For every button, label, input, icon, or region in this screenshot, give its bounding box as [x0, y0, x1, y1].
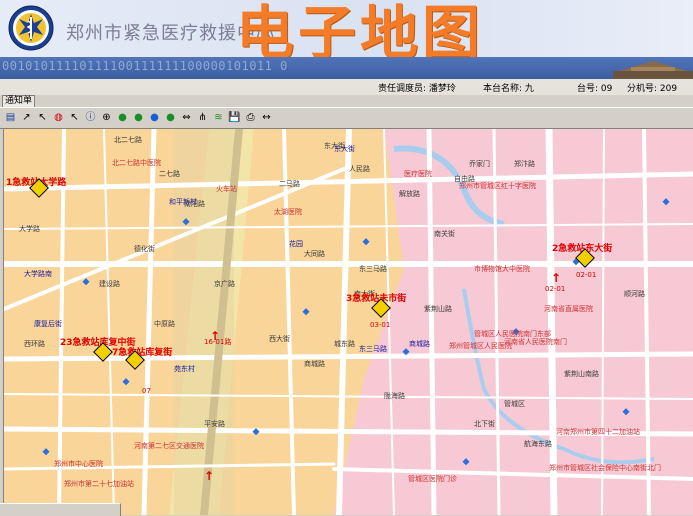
road-label: 顺河路	[624, 290, 645, 298]
poi-label[interactable]: 郑州市第二十七加油站	[64, 479, 134, 489]
layer-icon[interactable]: ≋	[212, 111, 225, 124]
road-label: 二马路	[279, 180, 300, 188]
road-label: 城东路	[334, 340, 355, 348]
map-label: 和平新村	[169, 198, 197, 206]
road-label: 西环路	[24, 340, 45, 348]
road-label: 建设路	[99, 280, 120, 288]
poi-label[interactable]: 管城区医院门诊	[408, 474, 457, 484]
globe-2-icon[interactable]: ●	[132, 111, 145, 124]
road-label: 京广路	[214, 280, 235, 288]
medical-star-of-life-logo	[8, 5, 54, 51]
dispatcher-label: 责任调度员: 潘梦玲	[378, 84, 456, 94]
new-doc-icon[interactable]: ▤	[4, 111, 17, 124]
road-label: 郑汴路	[514, 160, 535, 168]
station-label[interactable]: 7急救站库复街	[112, 345, 172, 358]
road-label: 航海东路	[524, 440, 552, 448]
road-label: 管城区	[504, 400, 525, 408]
station-code: 02-01	[576, 271, 597, 279]
map-label: 苑东村	[174, 365, 195, 373]
poi-label[interactable]: 医疗医院	[404, 169, 432, 179]
save-icon[interactable]: 💾	[228, 111, 241, 124]
unit-label: 07	[142, 387, 151, 395]
route-icon[interactable]: ⋔	[196, 111, 209, 124]
map-label: 大学路南	[24, 270, 52, 278]
globe-1-icon[interactable]: ●	[116, 111, 129, 124]
poi-label[interactable]: 市博物馆大中医院	[474, 264, 530, 274]
cursor-pointer-icon[interactable]: ↖	[68, 111, 81, 124]
road-label: 东三马路	[359, 265, 387, 273]
road-label: 大同路	[304, 250, 325, 258]
tab-bar: 通知单	[0, 95, 693, 108]
poi-label[interactable]: 河南省直属医院	[544, 304, 593, 314]
map-title: 电子地图	[236, 0, 485, 57]
map-label: 康复后街	[34, 320, 62, 328]
road-label: 北下街	[474, 420, 495, 428]
desk-no-label: 台号: 09	[577, 84, 613, 94]
poi-label[interactable]: 郑州市中心医院	[54, 459, 103, 469]
direction-arrow-icon: ↑	[204, 469, 215, 483]
zoom-icon[interactable]: ⊕	[100, 111, 113, 124]
status-box	[0, 503, 121, 516]
road-label: 紫荆山路	[424, 305, 452, 313]
road-label: 德化街	[134, 245, 155, 253]
road-label: 南关街	[434, 230, 455, 238]
map-view[interactable]: 北二七路 二七路 东大街 人民路 解放路 自由路 乔家门 德化街 二马路 东三马路 西大街 商城路 城东…	[3, 129, 693, 515]
binary-strip: 00101011110111100111111100000101011 0	[0, 57, 693, 79]
poi-label[interactable]: 太湖医院	[274, 207, 302, 217]
ext-no-label: 分机号: 209	[627, 84, 678, 94]
road-label: 二七路	[159, 170, 180, 178]
poi-label[interactable]: 河南第二七区交通医院	[134, 441, 204, 451]
station-code: 03-01	[370, 321, 391, 329]
road-label: 解放路	[399, 190, 420, 198]
tab-notice[interactable]: 通知单	[2, 95, 36, 107]
map-label: 东大街	[334, 145, 355, 153]
road-label: 平安路	[204, 420, 225, 428]
road-label: 西大街	[269, 335, 290, 343]
unit-label: 02-01	[545, 285, 566, 293]
poi-label[interactable]: 郑州市管城区社会保险中心南街北门	[549, 463, 661, 473]
fit-icon[interactable]: ⇔	[180, 111, 193, 124]
circle-icon[interactable]: ◍	[52, 111, 65, 124]
measure-icon[interactable]: ↔	[260, 111, 273, 124]
road-label: 大学路	[19, 225, 40, 233]
station-name-label: 本台名称: 九	[483, 84, 534, 94]
poi-label[interactable]: 河南郑州市第四十二加油站	[556, 427, 640, 437]
poi-label[interactable]: 北二七路中医院	[112, 158, 161, 168]
road-label: 陇海路	[384, 392, 405, 400]
road-label: 紫荆山南路	[564, 370, 599, 378]
map-label: 商城路	[409, 340, 430, 348]
poi-label[interactable]: 郑州管城区人民医院	[449, 341, 512, 351]
binary-text: 00101011110111100111111100000101011 0	[2, 59, 288, 73]
direction-arrow-icon: ↑	[551, 271, 562, 285]
map-label: 东三马路	[359, 345, 387, 353]
road-label: 商城路	[304, 360, 325, 368]
road-label: 人民路	[349, 165, 370, 173]
road-label: 乔家门	[469, 160, 490, 168]
direction-arrow-icon: ↑	[210, 329, 221, 343]
map-toolbar: ▤ ↗ ↖ ◍ ↖ ⓘ ⊕ ● ● ● ● ⇔ ⋔ ≋ 💾 ⎙ ↔	[0, 108, 693, 129]
building-skyline-icon	[613, 61, 693, 79]
poi-label[interactable]: 火车站	[216, 184, 237, 194]
globe-4-icon[interactable]: ●	[164, 111, 177, 124]
globe-3-icon[interactable]: ●	[148, 111, 161, 124]
map-base[interactable]	[4, 129, 693, 515]
road-label: 中原路	[154, 320, 175, 328]
map-label: 花园	[289, 240, 303, 248]
road-label: 北二七路	[114, 136, 142, 144]
poi-label[interactable]: 管城区人民医院南门东部	[474, 329, 551, 339]
print-icon[interactable]: ⎙	[244, 111, 257, 124]
poi-label[interactable]: 郑州市管城区红十字医院	[459, 181, 536, 191]
info-bar: 责任调度员: 潘梦玲 本台名称: 九 台号: 09 分机号: 209	[0, 79, 693, 95]
info-icon[interactable]: ⓘ	[84, 111, 97, 124]
cursor-icon[interactable]: ↖	[36, 111, 49, 124]
arrow-icon[interactable]: ↗	[20, 111, 33, 124]
header-banner: 郑州市紧急医疗救援中心 电子地图	[0, 0, 693, 57]
